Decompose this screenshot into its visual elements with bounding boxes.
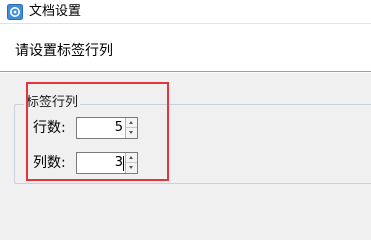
rows-spinbox[interactable]: 5 <box>76 117 138 139</box>
header-title: 请设置标签行列 <box>15 43 113 59</box>
rows-increment-button[interactable] <box>126 118 137 128</box>
columns-decrement-button[interactable] <box>126 163 137 173</box>
header-divider-highlight <box>0 72 371 73</box>
rows-label: 行数: <box>33 120 66 136</box>
columns-value[interactable]: 3 <box>115 155 123 171</box>
text-cursor <box>123 156 124 171</box>
title-bar: 文档设置 <box>0 0 371 24</box>
label-rows-columns-group <box>14 104 371 184</box>
columns-increment-button[interactable] <box>126 153 137 163</box>
rows-spin-buttons <box>125 118 137 138</box>
window-title: 文档设置 <box>29 4 82 19</box>
rows-decrement-button[interactable] <box>126 128 137 138</box>
document-settings-window: 文档设置 请设置标签行列 标签行列 行数: 5 列数: 3 <box>0 0 371 215</box>
rows-value[interactable]: 5 <box>115 120 123 136</box>
columns-label: 列数: <box>33 155 66 171</box>
columns-spin-buttons <box>125 153 137 173</box>
columns-spinbox[interactable]: 3 <box>76 152 138 174</box>
group-legend: 标签行列 <box>24 95 81 111</box>
dialog-header: 请设置标签行列 <box>0 24 371 71</box>
app-logo-icon <box>7 4 23 20</box>
